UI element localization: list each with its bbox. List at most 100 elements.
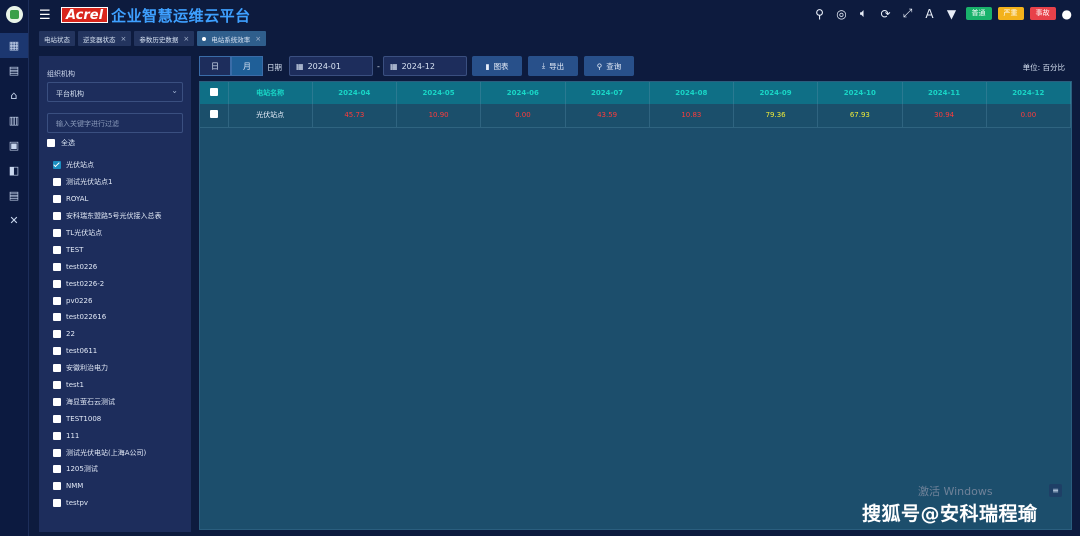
- day-button[interactable]: 日: [199, 56, 231, 76]
- table-row[interactable]: 光伏站点 45.73 10.90 0.00 43.59 10.83 79.36 67.93 30…: [200, 104, 1072, 128]
- search-icon[interactable]: ⚲: [812, 7, 828, 21]
- station-checkbox[interactable]: [53, 330, 61, 339]
- station-checkbox[interactable]: [53, 431, 61, 440]
- app-title: 企业智慧运维云平台: [111, 6, 251, 25]
- station-item[interactable]: TEST: [53, 241, 161, 258]
- pole-icon[interactable]: ⌂: [0, 83, 28, 108]
- station-label: 海显萤石云测试: [66, 397, 115, 406]
- station-item[interactable]: test0611: [53, 343, 161, 360]
- station-checkbox[interactable]: [53, 262, 61, 271]
- refresh-icon[interactable]: ⟳: [878, 7, 894, 21]
- station-checkbox[interactable]: [53, 161, 61, 170]
- station-checkbox[interactable]: [53, 195, 61, 204]
- station-item[interactable]: testpv: [53, 495, 161, 512]
- station-item[interactable]: pv0226: [53, 292, 161, 309]
- station-item[interactable]: TL光伏站点: [53, 225, 161, 242]
- station-checkbox[interactable]: [53, 414, 61, 423]
- station-item[interactable]: test1: [53, 377, 161, 394]
- station-item[interactable]: 111: [53, 427, 161, 444]
- document-icon[interactable]: ▤: [0, 58, 28, 83]
- station-checkbox[interactable]: [53, 364, 61, 373]
- font-icon[interactable]: A: [922, 7, 938, 21]
- efficiency-cell: 79.36: [733, 104, 819, 128]
- query-button[interactable]: ⚲ 查询: [584, 56, 634, 76]
- theme-icon[interactable]: ▼: [944, 7, 960, 21]
- table-body: 光伏站点 45.73 10.90 0.00 43.59 10.83 79.36 67.93 30…: [200, 104, 1072, 128]
- station-checkbox[interactable]: [53, 245, 61, 254]
- bar-chart-icon: ▮: [485, 61, 490, 71]
- query-button-label: 查询: [606, 61, 622, 71]
- station-checkbox[interactable]: [53, 448, 61, 457]
- brand: Acrel 企业智慧运维云平台: [61, 5, 251, 26]
- export-button[interactable]: ⤓ 导出: [528, 56, 578, 76]
- station-checkbox[interactable]: [53, 296, 61, 305]
- tools-icon[interactable]: ✕: [0, 208, 28, 233]
- dashboard-icon[interactable]: ▦: [0, 33, 28, 58]
- menu-icon[interactable]: ☰: [39, 8, 55, 23]
- user-avatar-icon[interactable]: ●: [1062, 7, 1072, 21]
- station-item[interactable]: test0226-2: [53, 275, 161, 292]
- station-checkbox[interactable]: [53, 212, 61, 221]
- month-button[interactable]: 月: [231, 56, 263, 76]
- station-item[interactable]: 海显萤石云测试: [53, 393, 161, 410]
- station-label: test0226-2: [66, 279, 105, 288]
- station-label: testpv: [66, 499, 89, 508]
- report-icon[interactable]: ▤: [0, 183, 28, 208]
- status-badge-normal[interactable]: 普通: [965, 7, 992, 20]
- status-badge-accident[interactable]: 事故: [1029, 7, 1056, 20]
- station-checkbox[interactable]: [53, 313, 61, 322]
- start-date-input[interactable]: ▦ 2024-01: [289, 56, 373, 76]
- close-icon[interactable]: ×: [255, 35, 261, 43]
- org-select[interactable]: 平台机构 ⌄: [47, 82, 183, 102]
- station-label: 测试光伏站点1: [66, 178, 113, 187]
- efficiency-cell: 43.59: [565, 104, 650, 128]
- select-all[interactable]: 全选: [47, 138, 75, 148]
- station-checkbox[interactable]: [53, 397, 61, 406]
- station-label: 1205测试: [66, 465, 98, 474]
- station-item[interactable]: test022616: [53, 309, 161, 326]
- chart-button[interactable]: ▮ 图表: [472, 56, 522, 76]
- station-item[interactable]: 光伏站点: [53, 157, 161, 174]
- station-item[interactable]: ROYAL: [53, 191, 161, 208]
- end-date-input[interactable]: ▦ 2024-12: [383, 56, 467, 76]
- cube-icon[interactable]: ◧: [0, 158, 28, 183]
- station-item[interactable]: 1205测试: [53, 461, 161, 478]
- station-checkbox[interactable]: [53, 381, 61, 390]
- station-checkbox[interactable]: [53, 279, 61, 288]
- chart-button-label: 图表: [493, 61, 509, 71]
- filter-input[interactable]: 输入关键字进行过滤: [47, 113, 183, 133]
- station-item[interactable]: 测试光伏站点1: [53, 174, 161, 191]
- monitor-icon[interactable]: ▣: [0, 133, 28, 158]
- data-table-container: 电站名称 2024-04 2024-05 2024-06 2024-07 2024-08…: [199, 81, 1072, 530]
- station-item[interactable]: 安科瑞东盟路5号光伏接入总表: [53, 208, 161, 225]
- station-checkbox[interactable]: [53, 178, 61, 187]
- tab-inverter-status[interactable]: 逆变器状态 ×: [78, 31, 132, 46]
- station-checkbox[interactable]: [53, 347, 61, 356]
- station-checkbox[interactable]: [53, 482, 61, 491]
- row-checkbox[interactable]: [209, 110, 218, 119]
- close-icon[interactable]: ×: [121, 35, 127, 43]
- station-item[interactable]: 测试光伏电站(上海A公司): [53, 444, 161, 461]
- station-checkbox[interactable]: [53, 499, 61, 508]
- select-all-checkbox[interactable]: [47, 139, 55, 147]
- fullscreen-icon[interactable]: ⤢: [900, 6, 916, 21]
- volume-icon[interactable]: 🔈︎: [856, 6, 872, 21]
- station-item[interactable]: 安徽利治电力: [53, 360, 161, 377]
- close-icon[interactable]: ×: [183, 35, 189, 43]
- grid-icon[interactable]: ▥: [0, 108, 28, 133]
- start-date-value: 2024-01: [307, 61, 341, 71]
- target-icon[interactable]: ◎: [834, 7, 850, 21]
- station-item[interactable]: NMM: [53, 478, 161, 495]
- station-checkbox[interactable]: [53, 465, 61, 474]
- header-checkbox[interactable]: [209, 88, 218, 96]
- tab-param-history[interactable]: 参数历史数据 ×: [134, 31, 195, 46]
- tab-station-status[interactable]: 电站状态: [39, 31, 75, 46]
- tab-system-efficiency[interactable]: 电站系统效率 ×: [197, 31, 267, 46]
- settings-slider-icon[interactable]: ≡: [1049, 484, 1062, 497]
- source-watermark: 搜狐号@安科瑞程瑜: [862, 503, 1038, 525]
- station-checkbox[interactable]: [53, 229, 61, 237]
- station-item[interactable]: test0226: [53, 258, 161, 275]
- station-item[interactable]: 22: [53, 326, 161, 343]
- status-badge-serious[interactable]: 严重: [997, 7, 1024, 20]
- station-item[interactable]: TEST1008: [53, 410, 161, 427]
